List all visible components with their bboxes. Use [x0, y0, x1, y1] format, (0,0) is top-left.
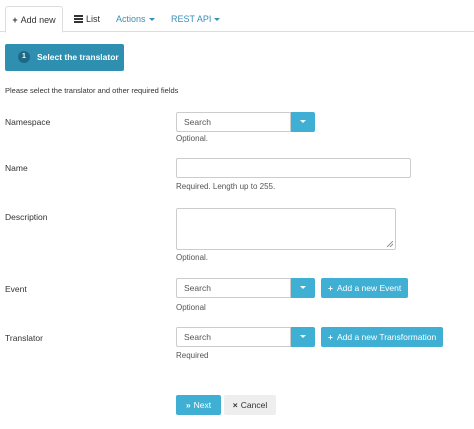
- forward-icon: »: [185, 400, 191, 410]
- name-label: Name: [5, 163, 28, 173]
- resize-grip-icon[interactable]: [387, 241, 393, 247]
- caret-down-icon: [300, 286, 306, 289]
- tab-list[interactable]: List: [74, 6, 100, 32]
- event-placeholder: Search: [184, 283, 211, 293]
- step-label: Select the translator: [37, 52, 119, 62]
- translator-select[interactable]: Search: [176, 327, 291, 347]
- next-button[interactable]: » Next: [176, 395, 221, 415]
- plus-icon: +: [12, 15, 18, 25]
- description-textarea[interactable]: [176, 208, 396, 250]
- step-number: 1: [18, 51, 30, 63]
- description-hint: Optional.: [176, 253, 209, 262]
- tab-actions-label: Actions: [116, 14, 146, 24]
- namespace-select[interactable]: Search: [176, 112, 291, 132]
- step-indicator: 1 Select the translator: [5, 44, 124, 71]
- cancel-button[interactable]: × Cancel: [224, 395, 276, 415]
- tab-list-label: List: [86, 14, 101, 24]
- next-label: Next: [193, 400, 212, 410]
- cancel-label: Cancel: [240, 400, 268, 410]
- tab-rest-api-label: REST API: [171, 14, 212, 24]
- namespace-dropdown-button[interactable]: [291, 112, 315, 132]
- description-label: Description: [5, 212, 48, 222]
- tab-add-new[interactable]: + Add new: [5, 6, 63, 33]
- translator-dropdown-button[interactable]: [291, 327, 315, 347]
- caret-down-icon: [148, 18, 155, 22]
- plus-icon: +: [328, 332, 333, 342]
- list-icon: [74, 15, 83, 23]
- add-event-button[interactable]: + Add a new Event: [321, 278, 409, 298]
- add-event-label: Add a new Event: [336, 283, 402, 293]
- translator-placeholder: Search: [184, 332, 211, 342]
- event-dropdown-button[interactable]: [291, 278, 315, 298]
- translator-label: Translator: [5, 333, 43, 343]
- tab-actions[interactable]: Actions: [116, 6, 155, 32]
- intro-text: Please select the translator and other r…: [5, 86, 179, 95]
- event-label: Event: [5, 284, 27, 294]
- event-select[interactable]: Search: [176, 278, 291, 298]
- translator-hint: Required: [176, 351, 209, 360]
- name-hint: Required. Length up to 255.: [176, 182, 276, 191]
- close-icon: ×: [232, 400, 238, 410]
- namespace-label: Namespace: [5, 117, 51, 127]
- namespace-placeholder: Search: [184, 117, 211, 127]
- add-transformation-button[interactable]: + Add a new Transformation: [321, 327, 444, 347]
- tab-add-new-label: Add new: [20, 15, 56, 25]
- tab-rest-api[interactable]: REST API: [171, 6, 221, 32]
- namespace-hint: Optional.: [176, 134, 209, 143]
- tab-bar: + Add new List Actions REST API: [0, 0, 474, 33]
- name-input[interactable]: [176, 158, 411, 178]
- caret-down-icon: [300, 335, 306, 338]
- add-transformation-label: Add a new Transformation: [336, 332, 437, 342]
- caret-down-icon: [300, 120, 306, 123]
- plus-icon: +: [328, 283, 333, 293]
- caret-down-icon: [214, 18, 221, 22]
- event-hint: Optional: [176, 303, 206, 312]
